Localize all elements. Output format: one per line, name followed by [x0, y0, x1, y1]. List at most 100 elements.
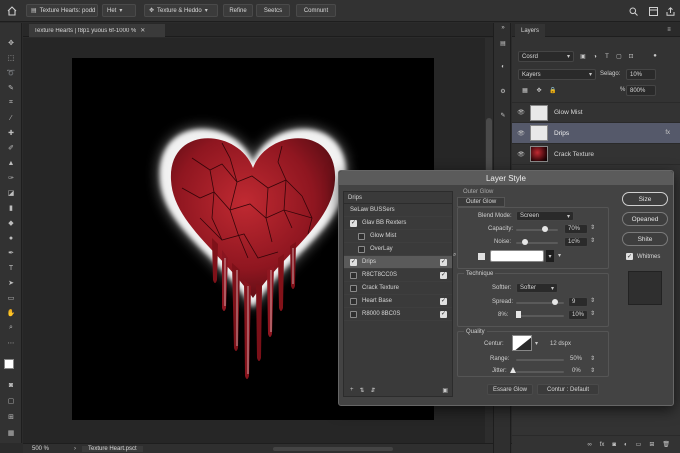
size-button[interactable]: Size	[622, 192, 668, 206]
jitter-slider[interactable]	[516, 371, 564, 373]
brushes-icon[interactable]: ✎	[497, 109, 509, 121]
link-layers-icon[interactable]: ∞	[587, 442, 591, 448]
blur-tool-icon[interactable]: ◆	[5, 217, 17, 229]
layer-row-drips[interactable]: 👁 Drips fx	[512, 123, 680, 144]
magnifier-icon[interactable]: ⌕	[453, 252, 456, 259]
noise-slider-knob[interactable]	[522, 239, 528, 245]
texture-dropdown[interactable]: ✥ Texture & Heddo ▾	[144, 4, 218, 17]
effect-move-icon[interactable]: ⇵	[371, 387, 376, 394]
dialog-title-bar[interactable]: Layer Style	[339, 171, 673, 185]
new-group-icon[interactable]: ▭	[636, 441, 642, 448]
noise-field[interactable]: 1c%	[564, 237, 588, 247]
shape-tool-icon[interactable]: ▭	[5, 292, 17, 304]
gradient-tool-icon[interactable]: ▮	[5, 202, 17, 214]
path-select-tool-icon[interactable]: ➤	[5, 277, 17, 289]
document-tab[interactable]: Texture Hearts | f8p1 yuous 6f-1000 % ✕	[29, 24, 165, 37]
filter-type-icon[interactable]: T	[602, 51, 612, 62]
spread-field[interactable]: 9	[568, 297, 588, 307]
eye-icon[interactable]: 👁	[512, 130, 530, 137]
effect-enabled-checkbox[interactable]: ✓	[440, 297, 447, 305]
glow-opacity-slider[interactable]	[516, 229, 558, 231]
glow-color-checkbox[interactable]	[478, 253, 485, 260]
workspace-icon[interactable]	[647, 5, 659, 17]
blend-mode-dropdown[interactable]: Screen ▾	[516, 211, 574, 221]
new-layer-icon[interactable]: ⊞	[649, 441, 654, 448]
horizontal-scrollbar[interactable]	[272, 446, 393, 451]
healing-brush-tool-icon[interactable]: ✚	[5, 127, 17, 139]
layers-tab[interactable]: Layers	[515, 24, 545, 37]
quick-select-tool-icon[interactable]: ✎	[5, 82, 17, 94]
filter-pixel-icon[interactable]: ▣	[578, 51, 588, 62]
effect-row[interactable]: Crack Texture	[344, 282, 452, 295]
lasso-tool-icon[interactable]: ➰	[5, 67, 17, 79]
stepper-icon[interactable]: ⇕	[590, 355, 595, 362]
chevron-down-icon[interactable]: ▾	[535, 340, 538, 347]
filter-shape-icon[interactable]: ▢	[614, 51, 624, 62]
effect-checkbox[interactable]: ✓	[350, 258, 357, 266]
stepper-icon[interactable]: ⇕	[590, 310, 595, 317]
lock-pixels-icon[interactable]: ▦	[520, 85, 530, 95]
history-icon[interactable]: ▤	[497, 37, 509, 49]
collapse-panels-icon[interactable]: »	[497, 23, 509, 33]
new-adjustment-icon[interactable]: ◐	[624, 442, 628, 448]
gradient-picker-button[interactable]: ▾	[546, 250, 554, 262]
type-tool-icon[interactable]: T	[5, 262, 17, 274]
effect-checkbox[interactable]	[358, 232, 365, 240]
layer-row-glow-mist[interactable]: 👁 Glow Mist	[512, 102, 680, 123]
layer-effects-icon[interactable]: fx	[665, 130, 670, 136]
brush-tool-icon[interactable]: ✐	[5, 142, 17, 154]
delete-layer-icon[interactable]: 🗑	[662, 441, 670, 448]
eye-icon[interactable]: 👁	[512, 151, 530, 158]
effect-checkbox[interactable]	[350, 284, 357, 292]
stepper-icon[interactable]: ⇕	[590, 237, 595, 244]
search-icon[interactable]	[627, 5, 639, 17]
refine-button[interactable]: Refine	[223, 4, 253, 17]
add-mask-icon[interactable]: ◙	[612, 442, 616, 448]
shite-button[interactable]: Shite	[622, 232, 668, 246]
eye-icon[interactable]: 👁	[512, 109, 530, 116]
scroll-thumb[interactable]	[486, 118, 492, 178]
lock-position-icon[interactable]: ✥	[534, 85, 544, 95]
layer-blend-mode-dropdown[interactable]: Kayers ▾	[518, 69, 596, 80]
crop-tool-icon[interactable]: ⌗	[5, 97, 17, 109]
technique-dropdown[interactable]: Softer ▾	[516, 283, 558, 293]
effect-order-icon[interactable]: ⇅	[360, 387, 365, 394]
range-slider[interactable]	[516, 359, 564, 361]
clone-stamp-tool-icon[interactable]: ▲	[5, 157, 17, 169]
document-dropdown[interactable]: ▤ Texture Hearts: podd	[26, 4, 98, 17]
filter-adjust-icon[interactable]: ◑	[590, 51, 600, 62]
glow-gradient-swatch[interactable]	[490, 250, 544, 262]
glow-opacity-slider-knob[interactable]	[542, 226, 549, 232]
effect-row[interactable]: R8000 8BC0S ✓	[344, 308, 452, 321]
effect-row[interactable]: OverLay	[344, 243, 452, 256]
share-icon[interactable]	[664, 5, 676, 17]
effect-checkbox[interactable]	[350, 310, 357, 318]
edit-toolbar-icon[interactable]: ⋯	[5, 337, 17, 349]
quick-mask-icon[interactable]: ◙	[5, 379, 17, 391]
effect-row[interactable]: Heart Base ✓	[344, 295, 452, 308]
layer-row-crack-texture[interactable]: 👁 Crack Texture	[512, 144, 680, 165]
close-icon[interactable]: ✕	[140, 27, 145, 34]
screen-mode-icon[interactable]: ▢	[5, 395, 17, 407]
effect-checkbox[interactable]: ✓	[350, 219, 357, 227]
contour-preview[interactable]	[512, 335, 532, 351]
effect-row[interactable]: ✓ Drips ✓	[344, 256, 452, 269]
effect-enabled-checkbox[interactable]: ✓	[440, 310, 447, 318]
stepper-icon[interactable]: ⇕	[590, 224, 595, 231]
size-field[interactable]: 10%	[568, 310, 588, 320]
stepper-icon[interactable]: ⇕	[590, 297, 595, 304]
whitmes-checkbox-row[interactable]: ✓ Whitmes	[626, 253, 660, 260]
effect-row[interactable]: SeLaw BUSSers	[344, 204, 452, 217]
adjustments-icon[interactable]: ◐	[497, 61, 509, 73]
filter-smart-icon[interactable]: ⊡	[626, 51, 636, 62]
frame-tool-icon[interactable]: ⊞	[5, 411, 17, 423]
foreground-color-swatch[interactable]	[4, 359, 14, 369]
select-button[interactable]: Seetcs	[256, 4, 290, 17]
make-default-button[interactable]: Essare Glow	[487, 384, 533, 395]
size-slider-knob[interactable]	[516, 311, 521, 318]
add-style-icon[interactable]: fx	[600, 442, 605, 448]
effect-checkbox[interactable]	[350, 271, 357, 279]
panel-menu-icon[interactable]: ≡	[664, 25, 674, 35]
pen-tool-icon[interactable]: ✒	[5, 247, 17, 259]
whitmes-checkbox[interactable]: ✓	[626, 253, 633, 260]
